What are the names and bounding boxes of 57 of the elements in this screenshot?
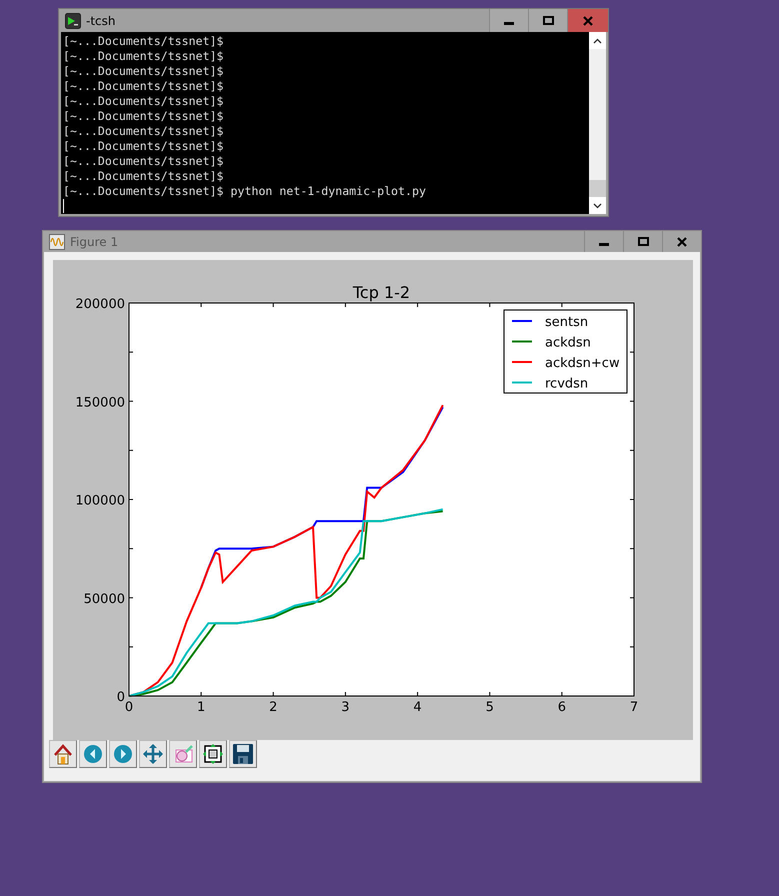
scroll-down-icon xyxy=(593,202,602,208)
x-tick-label: 0 xyxy=(124,700,134,715)
adjust-subplots-button[interactable] xyxy=(199,740,227,768)
y-tick-label: 150000 xyxy=(75,395,125,410)
maximize-button[interactable] xyxy=(528,9,567,32)
terminal-line: [~...Documents/tssnet]$ xyxy=(63,49,225,64)
close-button[interactable] xyxy=(567,9,608,32)
minimize-button[interactable] xyxy=(489,9,528,32)
zoom-rectangle-button[interactable] xyxy=(169,740,197,768)
y-tick-label: 200000 xyxy=(75,297,125,312)
x-tick-label: 6 xyxy=(558,700,566,715)
legend-label: ackdsn+cw xyxy=(545,356,620,371)
terminal-line: [~...Documents/tssnet]$ python net-1-dynamic-plot.py xyxy=(63,184,427,199)
scroll-up-icon xyxy=(593,38,602,44)
home-button[interactable] xyxy=(49,740,77,768)
legend-label: ackdsn xyxy=(545,336,591,350)
adjust-subplots-icon xyxy=(202,743,224,765)
x-tick-label: 5 xyxy=(486,700,494,715)
move-arrows-icon xyxy=(142,743,164,765)
y-tick-label: 0 xyxy=(116,690,125,705)
y-tick-label: 100000 xyxy=(75,494,125,508)
terminal-line: [~...Documents/tssnet]$ xyxy=(63,64,225,79)
minimize-icon xyxy=(504,22,514,25)
floppy-disk-button[interactable] xyxy=(229,740,257,768)
terminal-line: [~...Documents/tssnet]$ xyxy=(63,169,225,184)
x-tick-label: 2 xyxy=(269,700,278,715)
waveform-icon xyxy=(49,234,65,250)
terminal-line: [~...Documents/tssnet]$ xyxy=(63,139,225,154)
terminal-line: [~...Documents/tssnet]$ xyxy=(63,34,225,49)
x-tick-label: 1 xyxy=(197,700,206,715)
terminal-line: [~...Documents/tssnet]$ xyxy=(63,109,225,124)
maximize-icon xyxy=(542,16,554,25)
close-icon xyxy=(583,16,593,26)
chart-title: Tcp 1-2 xyxy=(352,283,410,302)
home-icon xyxy=(52,743,74,765)
scroll-thumb[interactable] xyxy=(589,180,606,197)
y-tick-label: 50000 xyxy=(84,592,125,607)
terminal-line: [~...Documents/tssnet]$ xyxy=(63,124,225,139)
legend-label: sentsn xyxy=(545,315,588,330)
back-arrow-button[interactable] xyxy=(79,740,107,768)
window-title: -tcsh xyxy=(86,12,116,30)
text-cursor xyxy=(63,199,64,213)
x-tick-label: 3 xyxy=(341,700,350,715)
x-tick-label: 4 xyxy=(413,700,422,715)
scrollbar[interactable] xyxy=(589,32,606,214)
minimize-icon xyxy=(599,243,609,246)
move-arrows-button[interactable] xyxy=(139,740,167,768)
terminal-line: [~...Documents/tssnet]$ xyxy=(63,94,225,109)
terminal-line: [~...Documents/tssnet]$ xyxy=(63,79,225,94)
window-title: Figure 1 xyxy=(70,234,118,250)
terminal-icon xyxy=(65,12,81,28)
legend-label: rcvdsn xyxy=(545,376,588,392)
terminal-line: [~...Documents/tssnet]$ xyxy=(63,154,225,169)
x-tick-label: 7 xyxy=(630,700,638,715)
close-icon xyxy=(677,236,687,246)
maximize-icon xyxy=(638,237,648,246)
forward-arrow-button[interactable] xyxy=(109,740,137,768)
